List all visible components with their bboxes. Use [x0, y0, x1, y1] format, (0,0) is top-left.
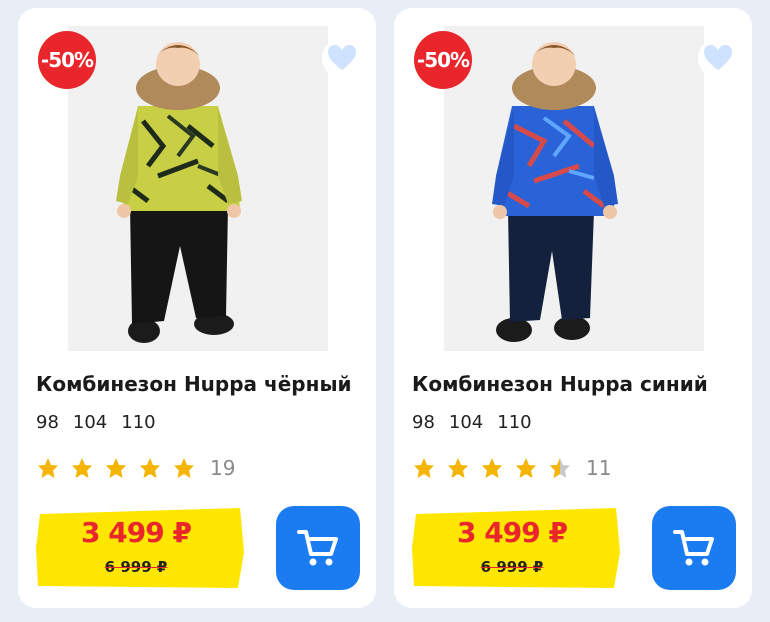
size-option[interactable]: 110: [121, 412, 155, 433]
product-title[interactable]: Комбинезон Huppa синий: [412, 372, 742, 396]
product-card[interactable]: -50% Комбинезон Huppa синий 98 104 110 1…: [394, 8, 752, 608]
heart-icon: [328, 45, 356, 70]
size-option[interactable]: 104: [73, 412, 107, 433]
discount-badge: -50%: [38, 31, 96, 89]
star-icon: [516, 458, 536, 478]
size-option[interactable]: 104: [449, 412, 483, 433]
rating-count: 19: [210, 456, 236, 480]
star-icon: [448, 458, 468, 478]
size-option[interactable]: 110: [497, 412, 531, 433]
product-card[interactable]: -50% Комбинезон Huppa чёрный 98 104 110 …: [18, 8, 376, 608]
old-price: 6 999 ₽: [104, 558, 168, 576]
cart-icon: [673, 530, 714, 566]
star-icon: [414, 458, 434, 478]
star-icon: [140, 458, 160, 478]
star-icon: [174, 458, 194, 478]
old-price: 6 999 ₽: [480, 558, 544, 576]
add-to-cart-button[interactable]: [276, 506, 360, 590]
product-rating: 11: [412, 456, 611, 480]
cart-icon: [297, 530, 338, 566]
price-block: 3 499 ₽ 6 999 ₽: [36, 508, 246, 590]
rating-count: 11: [586, 456, 612, 480]
size-list: 98 104 110: [36, 412, 156, 433]
star-half-icon: [550, 458, 570, 478]
product-photo[interactable]: [68, 26, 328, 351]
discount-badge: -50%: [414, 31, 472, 89]
price-block: 3 499 ₽ 6 999 ₽: [412, 508, 622, 590]
star-icon: [72, 458, 92, 478]
heart-icon: [704, 45, 732, 70]
add-to-cart-button[interactable]: [652, 506, 736, 590]
product-title[interactable]: Комбинезон Huppa чёрный: [36, 372, 366, 396]
star-icon: [482, 458, 502, 478]
size-option[interactable]: 98: [36, 412, 59, 433]
product-rating: 19: [36, 456, 235, 480]
size-option[interactable]: 98: [412, 412, 435, 433]
product-photo[interactable]: [444, 26, 704, 351]
star-icon: [106, 458, 126, 478]
size-list: 98 104 110: [412, 412, 532, 433]
favorite-button[interactable]: [698, 38, 738, 78]
favorite-button[interactable]: [322, 38, 362, 78]
current-price: 3 499 ₽: [81, 516, 192, 549]
star-icon: [38, 458, 58, 478]
current-price: 3 499 ₽: [457, 516, 568, 549]
